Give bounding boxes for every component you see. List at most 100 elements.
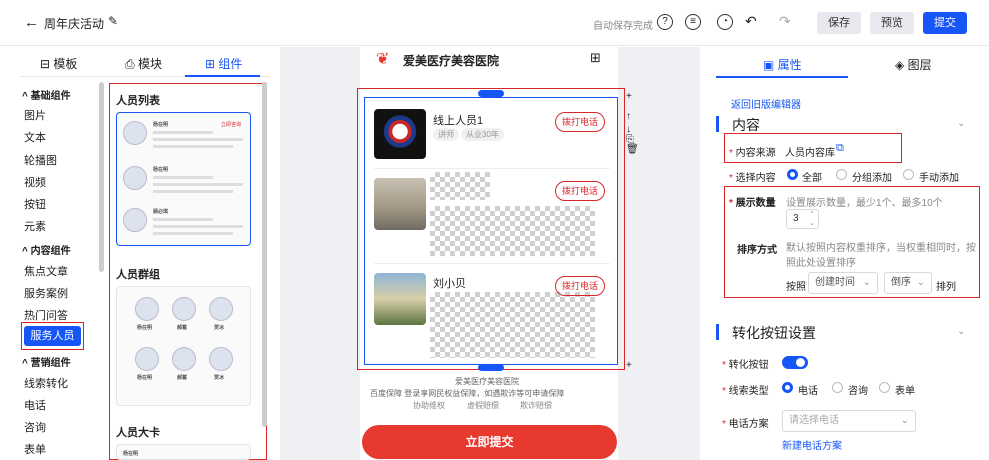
person-tag: 从业30年 [461, 128, 504, 141]
category-item[interactable]: 电话 [24, 397, 46, 413]
hospital-name: 爱美医疗美容医院 [403, 54, 500, 68]
radio-manual-add-label: 手动添加 [919, 173, 959, 184]
count-stepper[interactable]: 3 ⌃ ⌄ [786, 209, 819, 229]
move-up-icon[interactable]: ↑ [626, 111, 631, 122]
category-item[interactable]: 文本 [24, 129, 46, 145]
external-link-icon[interactable]: ⧉ [836, 142, 844, 155]
component-card-person-big[interactable]: 杨在明 [116, 444, 251, 460]
category-item[interactable]: 轮播图 [24, 152, 57, 168]
stepper-arrows-icon[interactable]: ⌃ ⌄ [809, 210, 815, 228]
sort-order-select[interactable]: 倒序 ⌄ [884, 272, 932, 294]
tab-modules[interactable]: ⎙ 模块 [125, 55, 162, 72]
new-phone-plan-link[interactable]: 新建电话方案 [782, 437, 842, 452]
category-item[interactable]: 线索转化 [24, 375, 68, 391]
category-item[interactable]: 表单 [24, 441, 46, 457]
category-heading-content: ^ 内容组件 [22, 246, 71, 257]
convert-toggle[interactable] [782, 356, 808, 369]
back-arrow-icon[interactable]: ← [24, 14, 39, 31]
category-item[interactable]: 元素 [24, 218, 46, 234]
tab-components[interactable]: ⊞ 组件 [205, 55, 242, 72]
call-button[interactable]: 拨打电话 [555, 276, 605, 296]
hospital-logo-icon: ❦ [376, 51, 390, 68]
category-item[interactable]: 咨询 [24, 419, 46, 435]
category-heading-marketing: ^ 营销组件 [22, 358, 71, 369]
sort-description: 默认按照内容权重排序，当权重相同时，按照此处设置排序 [786, 243, 976, 269]
add-above-icon[interactable]: + [626, 91, 632, 102]
collapse-chevron-icon[interactable]: ⌄ [957, 326, 965, 337]
person-photo [374, 178, 426, 230]
chevron-down-icon: ⌄ [900, 415, 909, 426]
back-old-editor-link[interactable]: 返回旧版编辑器 [731, 96, 801, 111]
submit-button[interactable]: 提交 [923, 12, 967, 34]
section-marker [716, 116, 719, 132]
undo-icon[interactable]: ↶ [745, 13, 757, 30]
radio-all-label: 全部 [802, 173, 822, 184]
section-title-content: 内容 [732, 117, 760, 133]
choose-label: * 选择内容 [729, 173, 776, 184]
lead-type-label: * 线索类型 [722, 386, 769, 397]
radio-all[interactable] [787, 169, 798, 180]
top-bar: ← 周年庆活动 ✎ 自动保存完成 ? ≡ ◔ ↶ ↷ 保存 预览 提交 [0, 0, 989, 46]
component-card-person-group[interactable]: 杨在明 郝蓄 贾冰 杨在明 郝蓄 贾冰 [116, 286, 251, 406]
category-item[interactable]: 焦点文章 [24, 263, 68, 279]
call-button[interactable]: 拨打电话 [555, 181, 605, 201]
avatar [123, 121, 147, 145]
count-hint: 设置展示数量，最少1个、最多10个 [786, 198, 943, 209]
radio-group-add[interactable] [836, 169, 847, 180]
phone-plan-select[interactable]: 请选择电话 ⌄ [782, 410, 916, 432]
tab-properties[interactable]: ▣ 属性 [763, 56, 802, 73]
resize-handle-bottom[interactable] [478, 364, 504, 371]
category-scrollbar[interactable] [99, 82, 104, 272]
category-item[interactable]: 服务案例 [24, 285, 68, 301]
radio-consult[interactable] [832, 382, 843, 393]
category-item[interactable]: 按钮 [24, 196, 46, 212]
radio-consult-label: 咨询 [848, 386, 868, 397]
placeholder-image [430, 206, 595, 256]
submit-now-button[interactable]: 立即提交 [362, 425, 617, 459]
avatar [135, 347, 159, 371]
menu-icon[interactable]: ≡ [685, 14, 701, 30]
left-tabs: ⊟ 模板 ⎙ 模块 ⊞ 组件 [20, 47, 270, 77]
radio-form[interactable] [879, 382, 890, 393]
component-card-person-list[interactable]: 杨在明 立即咨询 杨在明 顾必琪 [116, 112, 251, 246]
collapse-chevron-icon[interactable]: ⌄ [957, 118, 965, 129]
phone-plan-label: * 电话方案 [722, 419, 769, 430]
avatar [123, 208, 147, 232]
add-below-icon[interactable]: + [626, 360, 632, 371]
avatar [172, 297, 196, 321]
avatar [172, 347, 196, 371]
person-photo [374, 109, 426, 159]
footer-item: 欺诈赔偿 [520, 401, 552, 410]
avatar [209, 347, 233, 371]
radio-manual-add[interactable] [903, 169, 914, 180]
redo-icon[interactable]: ↷ [779, 13, 791, 30]
call-button[interactable]: 拨打电话 [555, 112, 605, 132]
footer-hospital: 爱美医疗美容医院 [455, 377, 519, 386]
preview-button[interactable]: 预览 [870, 12, 914, 34]
delete-icon[interactable]: 🗑 [626, 144, 639, 155]
avatar [123, 166, 147, 190]
footer-guarantee: 百度保障 登录享网民权益保障，如遇欺诈等可申请保障 [370, 389, 565, 398]
edit-pencil-icon[interactable]: ✎ [108, 14, 118, 28]
page-title: 周年庆活动 [44, 17, 105, 31]
components-icon: ⊞ [205, 57, 219, 71]
source-label: * 内容来源 [729, 148, 776, 159]
tab-templates[interactable]: ⊟ 模板 [40, 55, 77, 72]
tab-layers[interactable]: ◈ 图层 [895, 56, 932, 73]
highlight-selected-category [21, 322, 84, 350]
resize-handle-top[interactable] [478, 90, 504, 97]
category-item[interactable]: 图片 [24, 107, 46, 123]
radio-group-add-label: 分组添加 [852, 173, 892, 184]
category-item[interactable]: 视频 [24, 174, 46, 190]
category-heading-basic: ^ 基础组件 [22, 91, 71, 102]
save-button[interactable]: 保存 [817, 12, 861, 34]
grid-menu-icon[interactable]: ⊞ [590, 50, 601, 66]
category-item[interactable]: 热门问答 [24, 307, 68, 323]
gallery-scrollbar[interactable] [262, 82, 267, 427]
right-tab-underline [716, 76, 848, 78]
template-icon: ⊟ [40, 57, 54, 71]
sort-field-select[interactable]: 创建时间 ⌄ [808, 272, 878, 294]
help-icon[interactable]: ? [657, 14, 673, 30]
radio-phone[interactable] [782, 382, 793, 393]
palette-icon[interactable]: ◔ [717, 14, 733, 30]
